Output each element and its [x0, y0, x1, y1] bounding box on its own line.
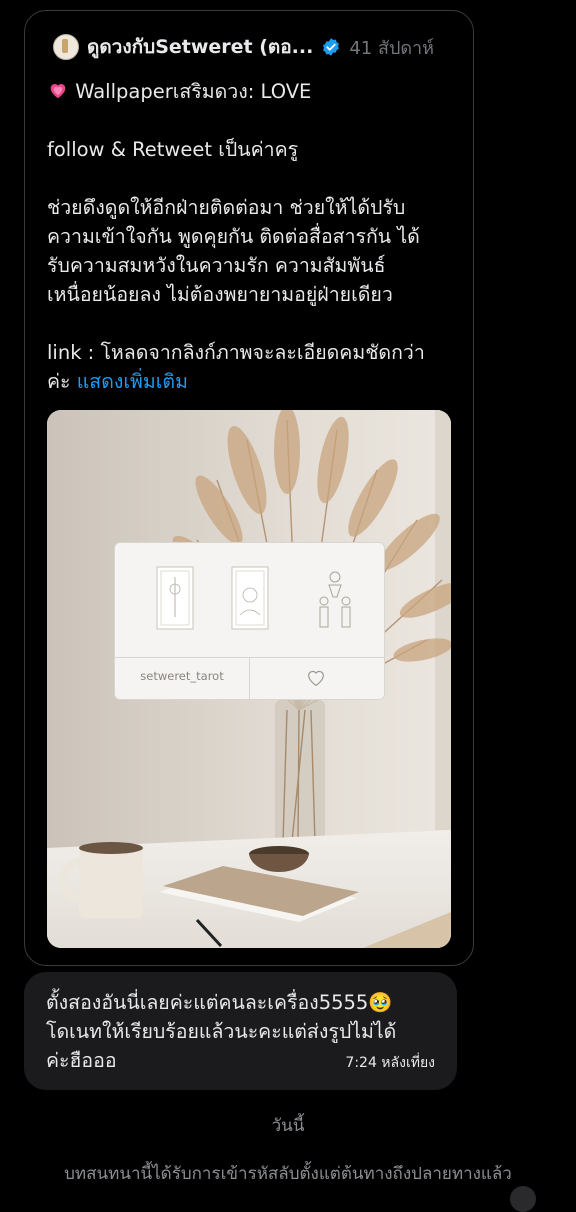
tweet-body-line: เหนื่อยน้อยลง ไม่ต้องพยายามอยู่ฝ่ายเดียว	[47, 283, 393, 306]
tweet-card[interactable]: ดูดวงกับSetweret (ตอ... 41 สัปดาห์ Wallp…	[24, 10, 474, 966]
message-line: ตั้งสองอันนี่เลยค่ะแต่คนละเครื่อง5555🥹	[46, 991, 393, 1014]
tweet-link-line: link : โหลดจากลิงก์ภาพจะละเอียดคมชัดกว่า	[47, 341, 425, 364]
post-time: 41 สัปดาห์	[349, 37, 435, 59]
tweet-body-line: รับความสมหวังในความรัก ความสัมพันธ์	[47, 254, 386, 277]
tweet-follow-line: follow & Retweet เป็นค่าครู	[47, 138, 299, 161]
profile-username[interactable]: setweret_tarot	[115, 669, 249, 683]
tweet-title-line: Wallpaperเสริมดวง: LOVE	[47, 77, 467, 106]
scroll-to-bottom-button[interactable]	[510, 1186, 536, 1212]
author-name[interactable]: ดูดวงกับSetweret (ตอ...	[87, 32, 313, 62]
encryption-notice: บทสนทนานี้ได้รับการเข้ารหัสลับตั้งแต่ต้น…	[64, 1164, 512, 1184]
tweet-link-tail-line: ค่ะ แสดงเพิ่มเติม	[47, 367, 467, 396]
day-separator: วันนี้	[271, 1116, 305, 1136]
tweet-body-line: ความเข้าใจกัน พูดคุยกัน ติดต่อสื่อสารกัน…	[47, 225, 420, 248]
tweet-title-text: Wallpaperเสริมดวง: LOVE	[75, 80, 312, 103]
tweet-text: Wallpaperเสริมดวง: LOVE follow & Retweet…	[47, 77, 467, 396]
tarot-cards-preview	[156, 566, 351, 630]
heart-emoji-icon	[50, 84, 66, 99]
tweet-body-line: ช่วยดึงดูดให้อีกฝ่ายติดต่อมา ช่วยให้ได้ป…	[47, 196, 406, 219]
message-time: 7:24 หลังเที่ยง	[345, 1055, 435, 1071]
avatar[interactable]	[53, 34, 79, 60]
verified-badge-icon	[323, 38, 340, 56]
tweet-link-tail: ค่ะ	[47, 370, 77, 393]
tweet-media-image[interactable]: setweret_tarot	[47, 410, 451, 948]
message-bubble[interactable]: ตั้งสองอันนี่เลยค่ะแต่คนละเครื่อง5555🥹 โ…	[24, 972, 457, 1090]
show-more-link[interactable]: แสดงเพิ่มเติม	[77, 370, 188, 393]
profile-preview-card[interactable]: setweret_tarot	[114, 542, 385, 700]
message-line: โดเนทให้เรียบร้อยแล้วนะคะแต่ส่งรูปไม่ได้	[46, 1020, 397, 1043]
tweet-header: ดูดวงกับSetweret (ตอ... 41 สัปดาห์	[53, 33, 463, 61]
heart-outline-icon[interactable]	[306, 669, 326, 687]
